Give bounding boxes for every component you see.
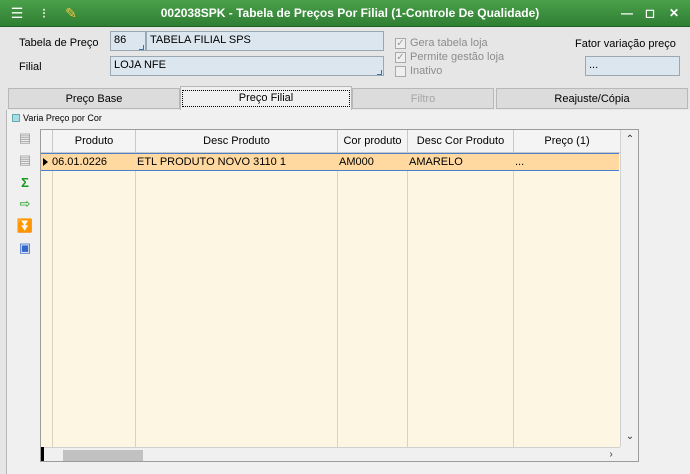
cell-produto[interactable]: 06.01.0226 <box>52 154 135 170</box>
title-bar: ☰ ⁝ ✎ 002038SPK - Tabela de Preços Por F… <box>0 0 690 27</box>
maximize-button[interactable]: ◻ <box>640 5 660 21</box>
cell-preco[interactable]: ... <box>515 154 619 170</box>
col-divider <box>135 153 136 447</box>
menu-icon[interactable]: ☰ <box>8 5 26 22</box>
col-desc-produto[interactable]: Desc Produto <box>136 130 338 153</box>
image-icon[interactable]: ▣ <box>16 240 34 256</box>
export-icon[interactable]: ⇨ <box>16 196 34 212</box>
header-panel: Tabela de Preço 86 TABELA FILIAL SPS Fil… <box>6 27 690 84</box>
grid-header: Produto Desc Produto Cor produto Desc Co… <box>41 130 620 153</box>
filial-label: Filial <box>19 61 42 73</box>
tabela-label: Tabela de Preço <box>19 37 99 49</box>
legend-color-swatch <box>12 114 20 122</box>
permite-gestao-label: Permite gestão loja <box>410 51 505 63</box>
fator-field[interactable]: ... <box>585 56 680 76</box>
scroll-thumb[interactable] <box>63 450 143 461</box>
fator-value: ... <box>589 59 599 71</box>
current-row-indicator-icon <box>43 158 48 166</box>
col-divider <box>513 153 514 447</box>
col-produto[interactable]: Produto <box>53 130 136 153</box>
fator-label: Fator variação preço <box>575 38 676 50</box>
vertical-scrollbar[interactable]: ⌃ ⌄ <box>620 130 638 448</box>
tabela-code-value: 86 <box>114 34 127 46</box>
inativo-checkbox[interactable] <box>395 66 406 77</box>
sigma-icon[interactable]: Σ <box>16 175 34 191</box>
filial-field[interactable]: LOJA NFE <box>110 56 384 76</box>
permite-gestao-checkbox[interactable]: ✓ <box>395 52 406 63</box>
tab-label: Filtro <box>410 93 436 105</box>
tab-strip: Preço Base Preço Filial Filtro Reajuste/… <box>6 86 690 110</box>
close-button[interactable]: ✕ <box>664 5 684 21</box>
vary-price-legend: Varia Preço por Cor <box>12 113 102 123</box>
col-cor-produto[interactable]: Cor produto <box>338 130 408 153</box>
tab-preco-filial[interactable]: Preço Filial <box>180 86 352 110</box>
add-row-icon[interactable]: ▤ <box>16 130 34 146</box>
scroll-up-icon[interactable]: ⌃ <box>624 134 636 146</box>
vary-price-label: Varia Preço por Cor <box>23 113 102 123</box>
col-desc-cor[interactable]: Desc Cor Produto <box>408 130 514 153</box>
gera-tabela-label: Gera tabela loja <box>410 37 488 49</box>
header-indicator-cell <box>41 130 53 153</box>
col-divider <box>337 153 338 447</box>
remove-row-icon[interactable]: ▤ <box>16 152 34 168</box>
col-divider <box>407 153 408 447</box>
cell-desc-cor[interactable]: AMARELO <box>409 154 513 170</box>
gera-tabela-checkbox[interactable]: ✓ <box>395 38 406 49</box>
window-title: 002038SPK - Tabela de Preços Por Filial … <box>160 6 540 20</box>
scroll-start-marker <box>41 447 44 461</box>
lookup-corner-icon <box>139 45 144 50</box>
horizontal-scrollbar[interactable]: › <box>41 447 620 461</box>
cell-desc-produto[interactable]: ETL PRODUTO NOVO 3110 1 <box>137 154 337 170</box>
col-preco[interactable]: Preço (1) <box>514 130 620 153</box>
filter-down-icon[interactable]: ⏬ <box>16 218 34 234</box>
tab-reajuste-copia[interactable]: Reajuste/Cópia <box>496 88 688 109</box>
filial-value: LOJA NFE <box>114 59 166 71</box>
price-grid: Produto Desc Produto Cor produto Desc Co… <box>40 129 639 462</box>
scroll-corner <box>620 447 638 461</box>
cell-cor-produto[interactable]: AM000 <box>339 154 407 170</box>
tab-label: Preço Filial <box>181 90 351 107</box>
tabela-name-value: TABELA FILIAL SPS <box>150 34 251 46</box>
minimize-button[interactable]: — <box>617 5 637 21</box>
traffic-light-icon[interactable]: ⁝ <box>35 5 53 22</box>
tab-label: Reajuste/Cópia <box>554 93 630 105</box>
table-row[interactable]: 06.01.0226 ETL PRODUTO NOVO 3110 1 AM000… <box>41 153 619 171</box>
tab-filtro: Filtro <box>352 88 494 109</box>
scroll-down-icon[interactable]: ⌄ <box>624 431 636 443</box>
tabela-code-field[interactable]: 86 <box>110 31 146 51</box>
wrench-icon[interactable]: ✎ <box>62 5 80 22</box>
col-divider <box>52 153 53 447</box>
inativo-label: Inativo <box>410 65 443 77</box>
tabela-name-field[interactable]: TABELA FILIAL SPS <box>146 31 384 51</box>
tab-label: Preço Base <box>65 93 123 105</box>
scroll-right-icon[interactable]: › <box>605 449 617 461</box>
tab-preco-base[interactable]: Preço Base <box>8 88 180 109</box>
lookup-corner-icon <box>377 70 382 75</box>
